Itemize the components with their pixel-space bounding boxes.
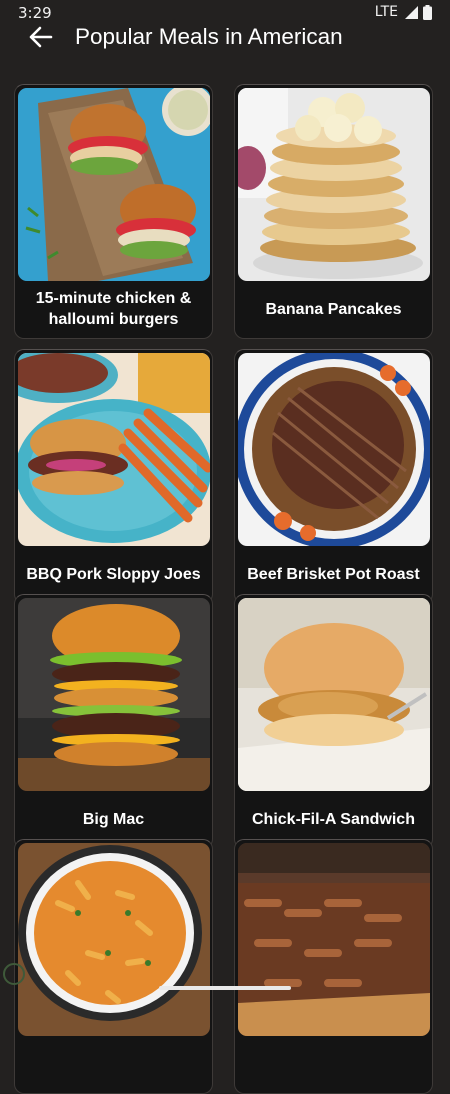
meal-image — [18, 353, 210, 546]
app-bar: Popular Meals in American — [0, 24, 450, 80]
meal-title: Big Mac — [82, 810, 145, 828]
meal-title — [19, 1037, 208, 1091]
meal-title — [239, 1037, 428, 1091]
meal-image — [18, 843, 210, 1036]
meal-card[interactable]: 15-minute chicken & halloumi burgers — [14, 84, 213, 339]
status-time: 3:29 — [18, 4, 52, 22]
meal-card[interactable] — [234, 839, 433, 1094]
status-icons: LTE — [375, 4, 432, 20]
meal-image — [238, 598, 430, 791]
meal-title: BBQ Pork Sloppy Joes — [26, 565, 201, 583]
meal-card[interactable]: BBQ Pork Sloppy Joes — [14, 349, 213, 604]
meal-title: Banana Pancakes — [265, 300, 402, 318]
meal-card[interactable]: Beef Brisket Pot Roast — [234, 349, 433, 604]
status-bar: 3:29 LTE — [0, 0, 450, 24]
signal-icon — [405, 5, 418, 19]
meal-card[interactable]: Chick-Fil-A Sandwich — [234, 594, 433, 849]
meal-image — [18, 598, 210, 791]
meal-card[interactable] — [14, 839, 213, 1094]
app-logo-icon — [3, 963, 25, 985]
page-title: Popular Meals in American — [75, 24, 343, 49]
meal-card[interactable]: Big Mac — [14, 594, 213, 849]
gesture-nav-handle[interactable] — [159, 986, 291, 990]
meal-image — [238, 353, 430, 546]
arrow-left-icon — [29, 26, 53, 48]
battery-icon — [423, 4, 432, 20]
network-type: LTE — [374, 4, 398, 20]
meal-title: 15-minute chicken & halloumi burgers — [35, 290, 192, 328]
meal-title: Beef Brisket Pot Roast — [247, 565, 420, 583]
meal-title: Chick-Fil-A Sandwich — [252, 810, 415, 828]
back-button[interactable] — [22, 24, 58, 50]
meal-image — [238, 843, 430, 1036]
meal-image — [18, 88, 210, 281]
meal-image — [238, 88, 430, 281]
meal-card[interactable]: Banana Pancakes — [234, 84, 433, 339]
